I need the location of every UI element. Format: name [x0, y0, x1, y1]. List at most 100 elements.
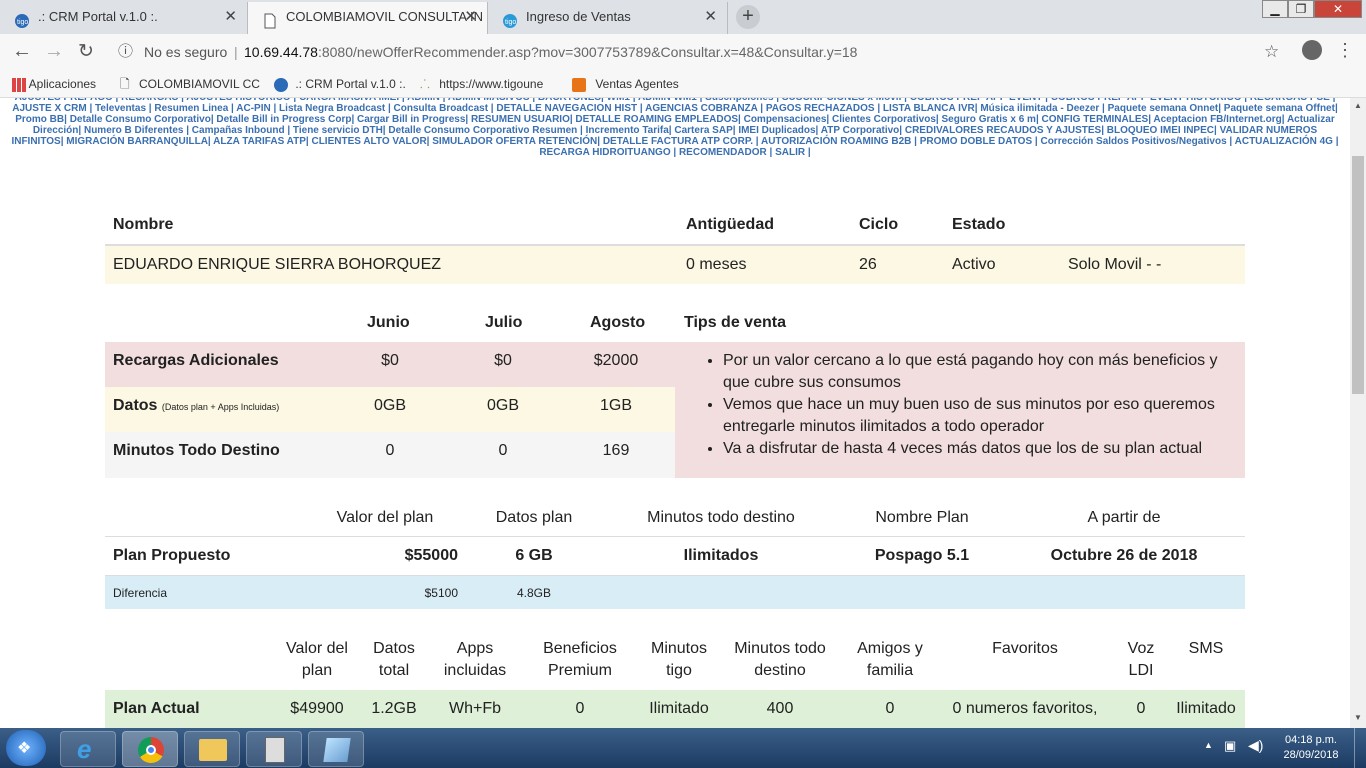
tab-ingreso-ventas[interactable]: tigo Ingreso de Ventas ✕: [488, 2, 728, 34]
header-minutos: Minutos todo destino: [647, 509, 795, 526]
current-valor: $49900: [290, 700, 344, 717]
tab-crm-portal[interactable]: tigo .: CRM Portal v.1.0 :. ✕: [0, 2, 248, 34]
internet-explorer-icon: e: [77, 734, 92, 764]
admin-nav-links[interactable]: AJUSTES PREPAGO | RECARGAS | AJUSTES HIS…: [0, 98, 1350, 158]
row-label: Minutos Todo Destino: [113, 442, 280, 459]
customer-table: Nombre Antigüedad Ciclo Estado EDUARDO E…: [105, 202, 1245, 288]
proposed-nombre: Pospago 5.1: [874, 547, 970, 564]
tip-item: Por un valor cercano a lo que está pagan…: [723, 350, 1225, 394]
month-junio: Junio: [367, 314, 410, 331]
maximize-button[interactable]: ❐: [1288, 0, 1314, 18]
page-scrollbar[interactable]: ▲ ▼: [1350, 98, 1366, 728]
month-agosto: Agosto: [590, 314, 646, 331]
header-voz-ldi: Voz LDI: [1127, 640, 1155, 679]
close-tab-icon[interactable]: ✕: [704, 2, 717, 32]
menu-icon[interactable]: ⋮: [1336, 40, 1354, 61]
header-minutos-tigo: Minutos tigo: [650, 640, 708, 679]
tips-header: Tips de venta: [684, 314, 786, 331]
new-tab-button[interactable]: +: [736, 5, 760, 29]
value-julio: $0: [494, 352, 512, 369]
row-datos: Datos (Datos plan + Apps Incluidas) 0GB …: [105, 387, 675, 432]
value-junio: 0: [385, 442, 395, 459]
current-beneficios: 0: [575, 700, 585, 717]
current-favoritos: 0 numeros favoritos,: [952, 700, 1098, 717]
chrome-taskbar-icon[interactable]: [122, 731, 178, 767]
site-icon: ⸫: [420, 77, 430, 91]
proposed-datos: 6 GB: [515, 547, 553, 564]
bookmark-apps[interactable]: Aplicaciones: [12, 70, 96, 98]
header-minutos-destino: Minutos todo destino: [734, 640, 826, 679]
bookmark-star-icon[interactable]: ☆: [1264, 38, 1279, 66]
forward-arrow-icon[interactable]: →: [44, 40, 64, 63]
page-icon: [262, 10, 278, 29]
header-ciclo: Ciclo: [859, 216, 899, 233]
customer-row: EDUARDO ENRIQUE SIERRA BOHORQUEZ 0 meses…: [105, 244, 1245, 284]
bookmark-tigoune[interactable]: ⸫ https://www.tigoune: [420, 70, 543, 98]
scroll-up-arrow-icon[interactable]: ▲: [1350, 98, 1366, 114]
minimize-button[interactable]: ▁: [1262, 0, 1288, 18]
show-hidden-icons-icon[interactable]: ▲: [1204, 740, 1213, 750]
tab-strip: tigo .: CRM Portal v.1.0 :. ✕ COLOMBIAMO…: [0, 0, 1366, 34]
windows-taskbar: ❖ e ▲ ▣ ◀) 04:18 p.m. 28/09/2018: [0, 728, 1366, 768]
clock-time: 04:18 p.m.: [1285, 734, 1337, 746]
current-sms: Ilimitado: [1176, 700, 1236, 717]
security-label: No es seguro: [144, 44, 228, 60]
tigo-favicon-icon: tigo: [502, 10, 518, 28]
notes-taskbar-icon[interactable]: [308, 731, 364, 767]
notes-icon: [323, 738, 351, 762]
month-julio: Julio: [485, 314, 523, 331]
bookmark-ventas-agentes[interactable]: Ventas Agentes: [572, 70, 679, 98]
customer-tipo: Solo Movil - -: [1068, 256, 1162, 273]
url-bar[interactable]: ⓘ No es seguro | 10.69.44.78:8080/newOff…: [108, 38, 1294, 66]
row-label: Recargas Adicionales: [113, 352, 279, 369]
scrollbar-thumb[interactable]: [1352, 156, 1364, 394]
folder-icon: [199, 739, 227, 761]
proposed-plan-table: Valor del plan Datos plan Minutos todo d…: [105, 498, 1245, 610]
svg-text:tigo: tigo: [505, 19, 516, 26]
tigo-favicon-icon: tigo: [14, 10, 30, 28]
customer-ciclo: 26: [859, 256, 877, 273]
network-icon[interactable]: ▣: [1224, 738, 1236, 754]
value-agosto: 169: [602, 442, 630, 459]
info-icon: ⓘ: [118, 43, 134, 60]
volume-icon[interactable]: ◀): [1248, 737, 1263, 754]
tab-title: COLOMBIAMOVIL CONSULTA IN: [286, 9, 483, 24]
tab-colombiamovil[interactable]: COLOMBIAMOVIL CONSULTA IN ✕: [248, 2, 488, 34]
header-favoritos: Favoritos: [992, 640, 1058, 657]
consumption-table: Junio Julio Agosto Tips de venta Recarga…: [105, 308, 1245, 480]
row-sublabel: (Datos plan + Apps Incluidas): [161, 402, 280, 412]
explorer-taskbar-icon[interactable]: [184, 731, 240, 767]
customer-name: EDUARDO ENRIQUE SIERRA BOHORQUEZ: [113, 256, 442, 273]
proposed-valor: $55000: [404, 547, 458, 564]
close-tab-icon[interactable]: ✕: [464, 2, 477, 32]
value-julio: 0GB: [486, 397, 519, 414]
customer-estado: Activo: [952, 256, 996, 273]
row-minutos: Minutos Todo Destino 0 0 169: [105, 432, 675, 478]
scroll-down-arrow-icon[interactable]: ▼: [1350, 710, 1366, 726]
show-desktop-button[interactable]: [1354, 728, 1366, 768]
start-button[interactable]: ❖: [6, 730, 46, 766]
page-icon: 🗋: [120, 77, 130, 91]
close-tab-icon[interactable]: ✕: [224, 2, 237, 32]
clock[interactable]: 04:18 p.m. 28/09/2018: [1276, 733, 1346, 763]
url-divider: |: [234, 44, 238, 60]
header-nombre-plan: Nombre Plan: [875, 509, 969, 526]
reload-icon[interactable]: ↻: [78, 40, 94, 63]
current-plan-table: Valor del plan Datos total Apps incluidas B…: [105, 638, 1245, 728]
bookmark-colombiamovil[interactable]: 🗋 COLOMBIAMOVIL CC: [120, 70, 260, 98]
bookmark-crm-portal[interactable]: .: CRM Portal v.1.0 :.: [274, 70, 406, 98]
sales-tips: Por un valor cercano a lo que está pagan…: [675, 342, 1245, 478]
close-window-button[interactable]: ✕: [1314, 0, 1362, 18]
header-datos-plan: Datos plan: [495, 509, 573, 526]
url-text[interactable]: 10.69.44.78:8080/newOfferRecommender.asp…: [244, 38, 857, 66]
chrome-icon: [138, 737, 164, 763]
ie-taskbar-icon[interactable]: e: [60, 731, 116, 767]
back-arrow-icon[interactable]: ←: [12, 40, 32, 63]
calculator-taskbar-icon[interactable]: [246, 731, 302, 767]
profile-icon[interactable]: [1302, 40, 1322, 60]
tip-item: Va a disfrutar de hasta 4 veces más dato…: [723, 438, 1225, 460]
current-amigos: 0: [885, 700, 895, 717]
row-recargas: Recargas Adicionales $0 $0 $2000: [105, 342, 675, 387]
clock-date: 28/09/2018: [1283, 749, 1339, 761]
xampp-icon: [572, 77, 586, 92]
